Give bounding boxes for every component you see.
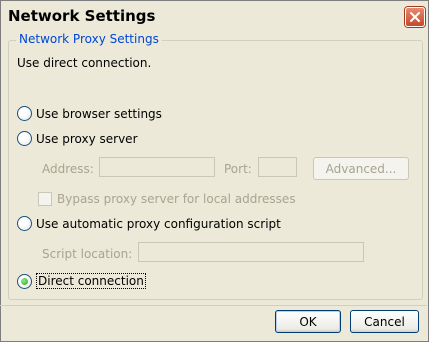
script-location-label: Script location: (42, 247, 133, 261)
radio-proxy-server-label: Use proxy server (36, 131, 138, 146)
connection-status-text: Use direct connection. (17, 56, 152, 70)
cancel-button[interactable]: Cancel (350, 310, 419, 333)
close-button[interactable] (405, 7, 425, 27)
radio-auto-config-script[interactable]: Use automatic proxy configuration script (17, 216, 281, 231)
bypass-local-label: Bypass proxy server for local addresses (57, 192, 296, 206)
radio-direct-connection[interactable]: Direct connection (17, 273, 146, 289)
address-label: Address: (42, 162, 94, 176)
script-location-input[interactable] (138, 242, 364, 262)
advanced-button[interactable]: Advanced... (313, 157, 409, 180)
close-icon (410, 12, 420, 22)
proxy-group-caption: Network Proxy Settings (16, 32, 162, 46)
footer-separator (0, 305, 427, 306)
bypass-local-checkbox[interactable]: Bypass proxy server for local addresses (38, 192, 296, 206)
radio-button-indicator[interactable] (17, 106, 32, 121)
checkbox-indicator[interactable] (38, 192, 52, 206)
radio-direct-connection-label: Direct connection (36, 273, 146, 289)
dialog-title: Network Settings (8, 7, 156, 25)
radio-proxy-server[interactable]: Use proxy server (17, 131, 138, 146)
address-input[interactable] (99, 157, 215, 177)
ok-button[interactable]: OK (275, 310, 341, 333)
radio-browser-settings[interactable]: Use browser settings (17, 106, 162, 121)
radio-button-indicator[interactable] (17, 131, 32, 146)
radio-button-indicator[interactable] (17, 216, 32, 231)
radio-browser-settings-label: Use browser settings (36, 106, 162, 121)
title-bar[interactable]: Network Settings (1, 1, 428, 31)
port-input[interactable] (258, 157, 297, 177)
radio-button-indicator-selected[interactable] (17, 273, 32, 289)
port-label: Port: (224, 162, 252, 176)
radio-auto-config-label: Use automatic proxy configuration script (36, 216, 281, 231)
